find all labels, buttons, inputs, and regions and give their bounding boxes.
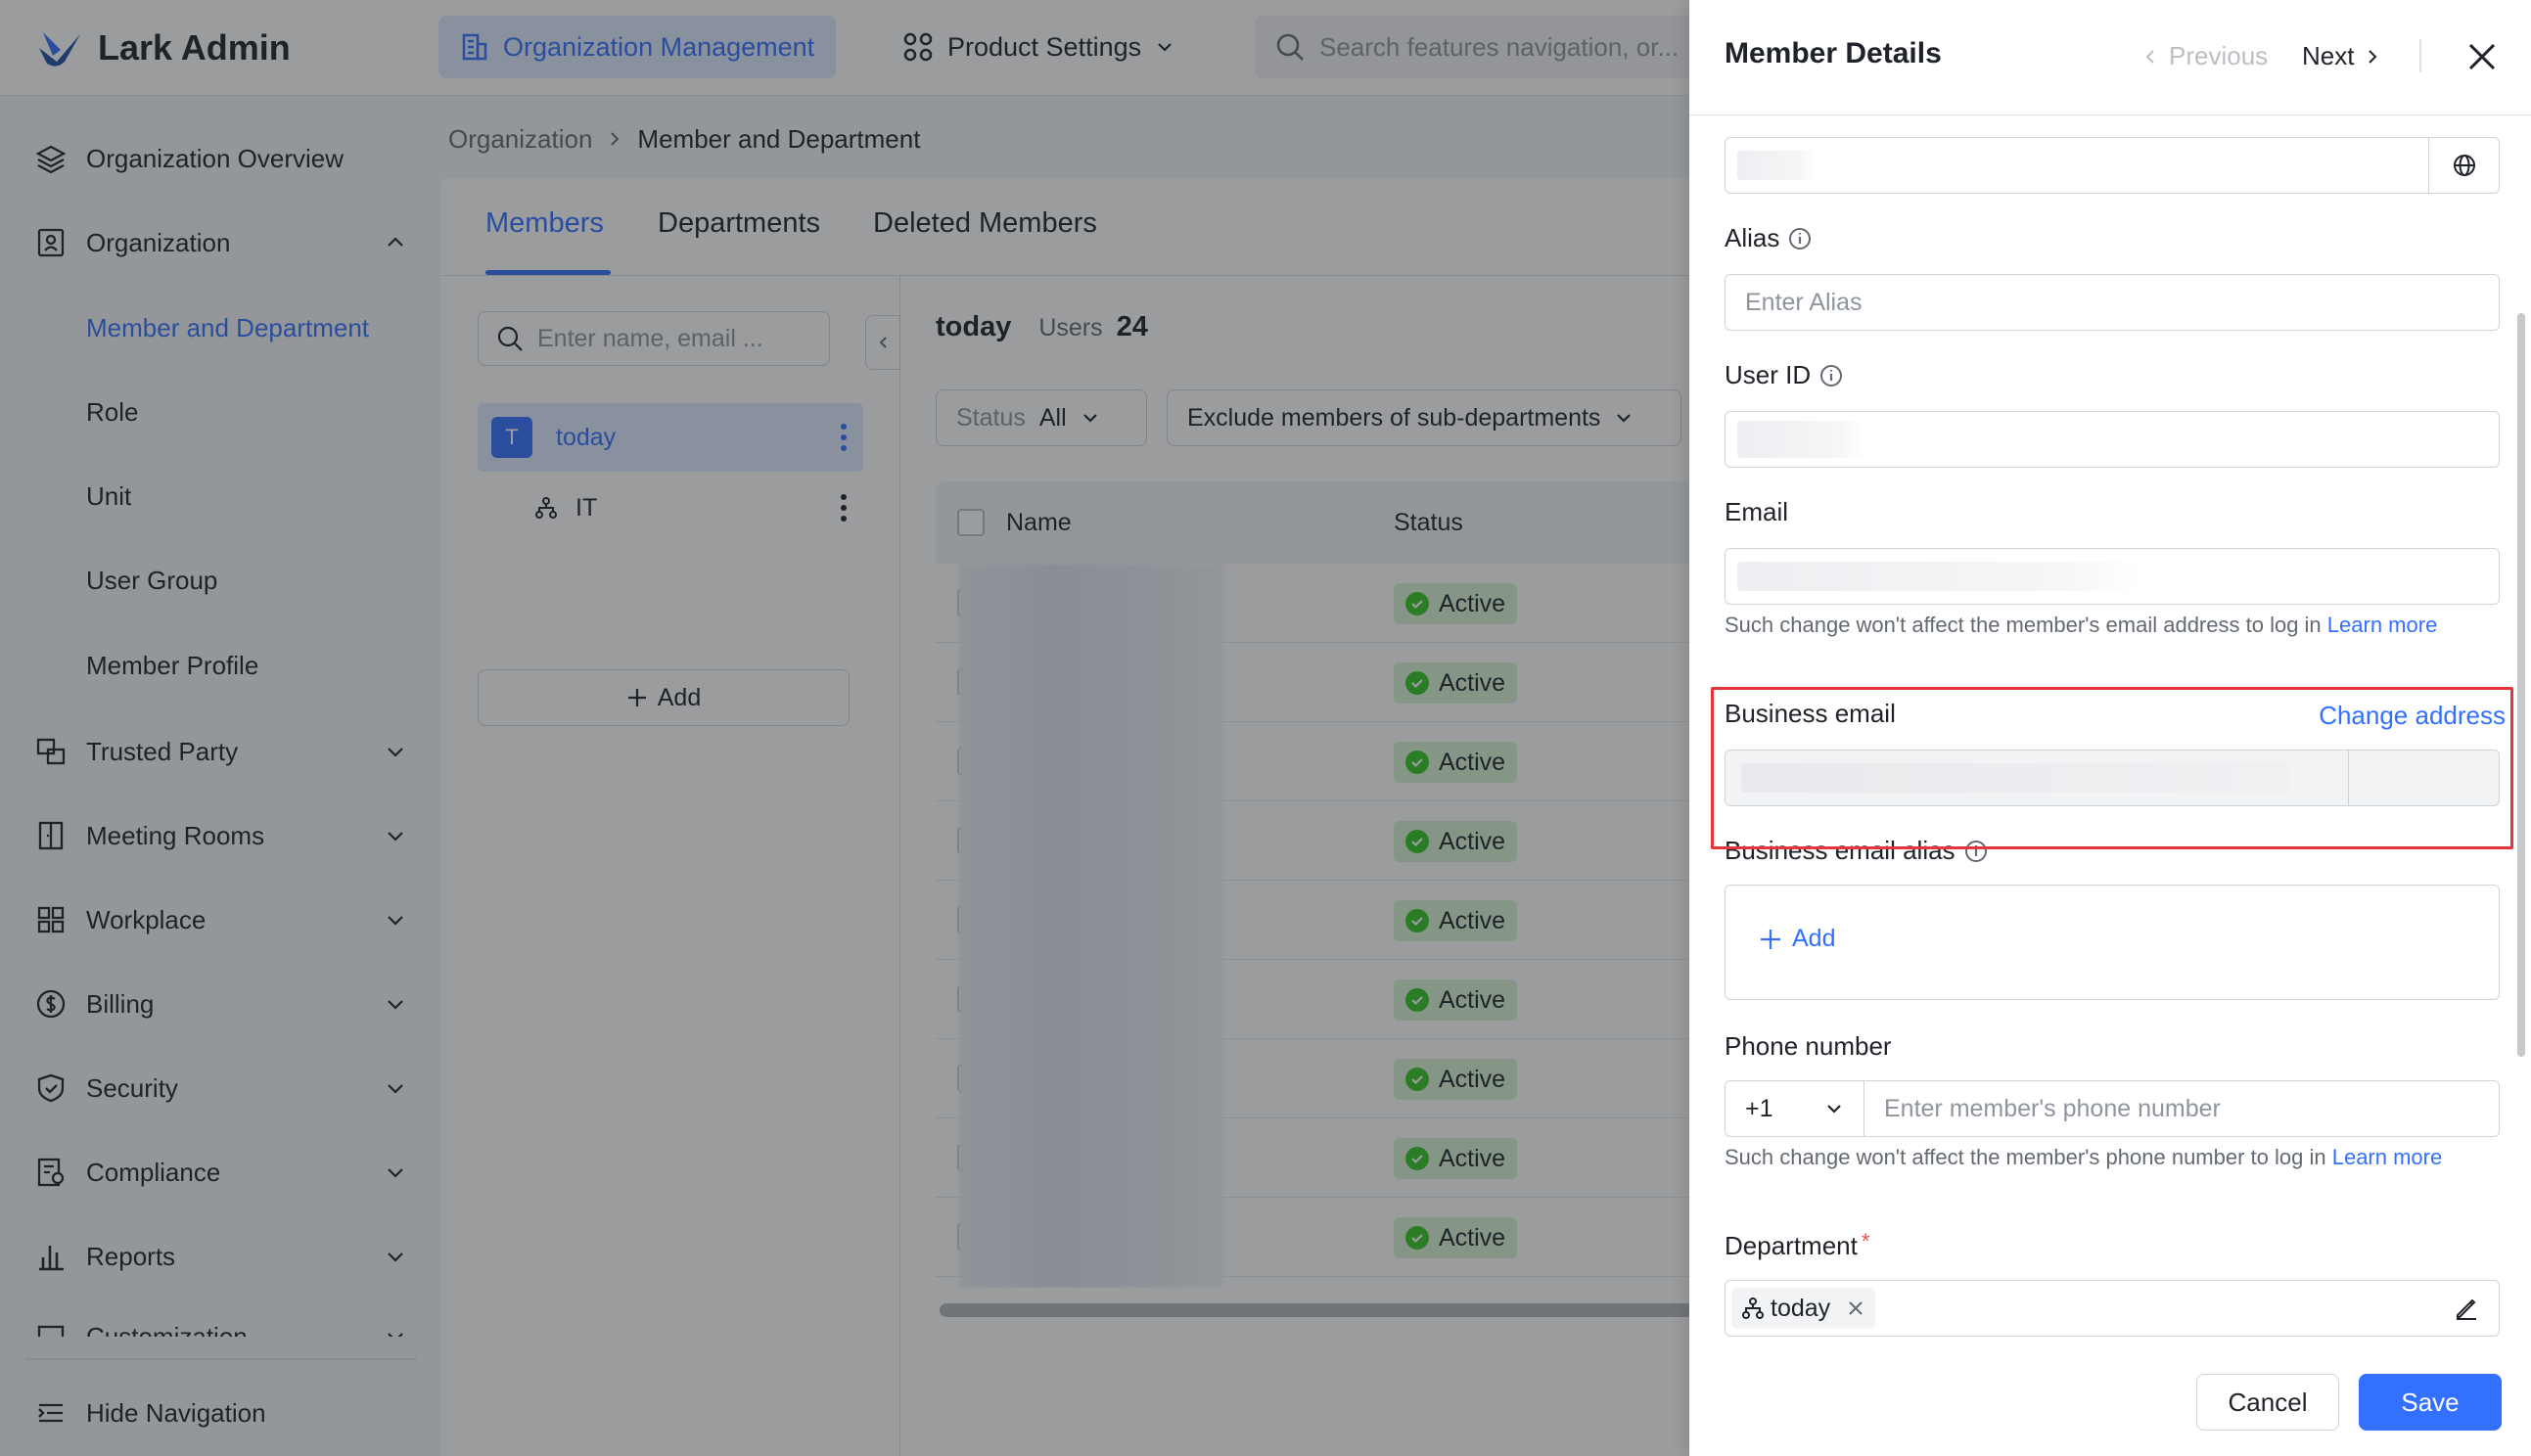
alias-input[interactable]: Enter Alias: [1725, 274, 2500, 331]
country-code-select[interactable]: +1: [1726, 1081, 1864, 1136]
phone-field: +1 Enter member's phone number: [1725, 1080, 2500, 1137]
email-hint: Such change won't affect the member's em…: [1725, 613, 2437, 638]
department-tag: today: [1731, 1288, 1876, 1329]
phone-input[interactable]: Enter member's phone number: [1864, 1095, 2221, 1123]
business-email-alias-box: Add: [1725, 885, 2500, 1000]
org-tree-icon: [1742, 1297, 1764, 1319]
remove-tag-icon[interactable]: [1846, 1298, 1865, 1318]
required-mark: *: [1861, 1228, 1870, 1253]
previous-label: Previous: [2169, 41, 2269, 70]
phone-label: Phone number: [1725, 1031, 1892, 1061]
plus-icon: [1761, 929, 1780, 949]
blurred-value: [1737, 562, 2139, 591]
add-alias-button[interactable]: Add: [1759, 925, 1835, 953]
department-label: Department *: [1725, 1228, 1870, 1261]
department-label-text: Department: [1725, 1231, 1858, 1260]
drawer-title: Member Details: [1725, 37, 1942, 69]
modal-overlay[interactable]: [0, 0, 1689, 1456]
alias-placeholder: Enter Alias: [1745, 288, 1863, 316]
blurred-value: [1737, 421, 1864, 458]
next-button[interactable]: Next: [2302, 41, 2381, 71]
drawer-header: Member Details Previous Next: [1689, 0, 2531, 115]
email-input[interactable]: [1725, 548, 2500, 605]
drawer-scrollbar[interactable]: [2517, 313, 2525, 1057]
info-icon[interactable]: [1787, 226, 1813, 251]
business-email-highlight-box: [1711, 687, 2513, 849]
phone-learn-more-link[interactable]: Learn more: [2332, 1145, 2443, 1169]
chevron-down-icon: [1827, 1105, 1841, 1114]
edit-icon[interactable]: [2454, 1296, 2479, 1321]
alias-label: Alias: [1725, 223, 1813, 253]
save-button[interactable]: Save: [2359, 1374, 2502, 1431]
language-button[interactable]: [2428, 138, 2499, 193]
email-label: Email: [1725, 497, 1789, 526]
user-id-label-text: User ID: [1725, 360, 1812, 389]
add-alias-label: Add: [1792, 925, 1836, 952]
chevron-left-icon: [2145, 49, 2154, 64]
user-id-label: User ID: [1725, 360, 1844, 390]
user-id-input[interactable]: [1725, 411, 2500, 468]
cancel-button[interactable]: Cancel: [2196, 1374, 2339, 1431]
phone-hint: Such change won't affect the member's ph…: [1725, 1145, 2442, 1170]
country-code-value: +1: [1745, 1094, 1773, 1122]
department-select[interactable]: today: [1725, 1280, 2500, 1337]
drawer-footer: Cancel Save: [1689, 1348, 2531, 1456]
email-hint-text: Such change won't affect the member's em…: [1725, 613, 2322, 637]
next-label: Next: [2302, 41, 2355, 70]
phone-hint-text: Such change won't affect the member's ph…: [1725, 1145, 2326, 1169]
name-input[interactable]: [1725, 137, 2500, 194]
email-learn-more-link[interactable]: Learn more: [2327, 613, 2438, 637]
close-icon[interactable]: [2462, 37, 2502, 76]
chevron-right-icon: [2369, 49, 2377, 64]
alias-label-text: Alias: [1725, 223, 1780, 252]
department-tag-label: today: [1771, 1294, 1831, 1322]
header-separator: [2419, 39, 2421, 72]
previous-button[interactable]: Previous: [2141, 41, 2268, 71]
blurred-value: [1737, 151, 1816, 180]
info-icon[interactable]: [1818, 363, 1844, 388]
globe-icon: [2453, 155, 2475, 176]
